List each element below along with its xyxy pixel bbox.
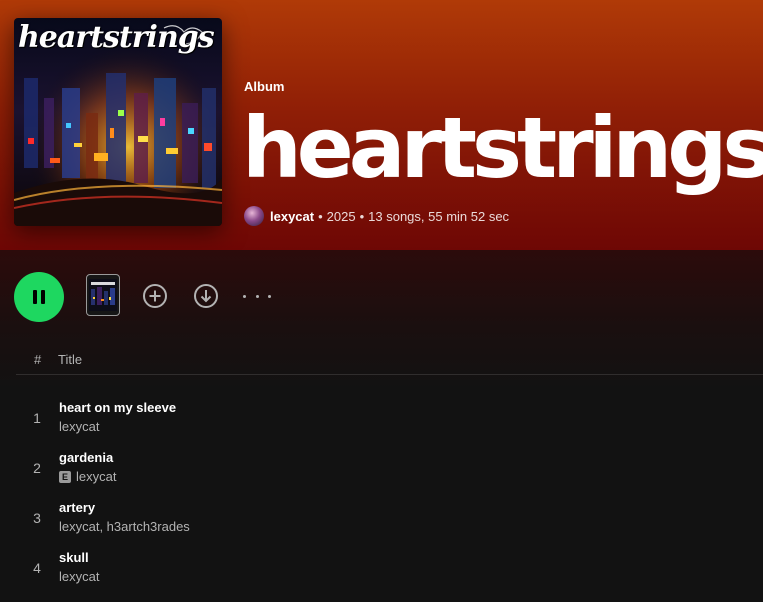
- track-title[interactable]: skull: [59, 550, 89, 565]
- track-artists: lexycat, h3artch3rades: [59, 519, 190, 534]
- more-options-icon: [243, 294, 246, 298]
- track-number: 3: [33, 510, 41, 526]
- album-meta: lexycat • 2025 • 13 songs, 55 min 52 sec: [244, 206, 509, 226]
- album-page: heartstrings Album heartstrings lexycat …: [0, 0, 763, 602]
- track-artist-link[interactable]: lexycat: [76, 469, 116, 484]
- track-artist-link[interactable]: lexycat: [59, 569, 99, 584]
- add-to-library-button[interactable]: [142, 283, 168, 309]
- album-cover[interactable]: heartstrings: [14, 18, 222, 226]
- track-row[interactable]: 2 gardenia E lexycat: [16, 444, 763, 492]
- album-year: 2025: [326, 208, 356, 224]
- album-type-label: Album: [244, 79, 285, 94]
- track-number: 4: [33, 560, 41, 576]
- album-stats: 13 songs, 55 min 52 sec: [368, 208, 510, 224]
- explicit-badge: E: [59, 470, 71, 483]
- album-preview-thumbnail[interactable]: [86, 274, 120, 316]
- track-title[interactable]: gardenia: [59, 450, 113, 465]
- meta-separator: •: [359, 208, 365, 224]
- track-list-header: # Title: [16, 344, 763, 375]
- track-artists: lexycat: [59, 569, 99, 584]
- track-row[interactable]: 3 artery lexycat, h3artch3rades: [16, 494, 763, 542]
- mini-cover-art: [89, 279, 117, 311]
- track-artists: lexycat: [59, 419, 99, 434]
- track-number: 2: [33, 460, 41, 476]
- track-row[interactable]: 4 skull lexycat: [16, 544, 763, 592]
- download-button[interactable]: [193, 283, 219, 309]
- album-cover-title: heartstrings: [18, 20, 215, 55]
- artist-avatar[interactable]: [244, 206, 264, 226]
- album-title: heartstrings: [242, 99, 763, 197]
- more-options-button[interactable]: [243, 286, 271, 306]
- track-number: 1: [33, 410, 41, 426]
- track-artist-link[interactable]: lexycat: [59, 419, 99, 434]
- track-title[interactable]: heart on my sleeve: [59, 400, 176, 415]
- meta-separator: •: [318, 208, 323, 224]
- download-icon: [194, 284, 218, 308]
- pause-icon: [33, 290, 45, 304]
- pause-button[interactable]: [14, 272, 64, 322]
- add-to-library-icon: [143, 284, 167, 308]
- track-title[interactable]: artery: [59, 500, 95, 515]
- track-artists: E lexycat: [59, 469, 116, 484]
- album-header: heartstrings Album heartstrings lexycat …: [0, 0, 763, 250]
- track-row[interactable]: 1 heart on my sleeve lexycat: [16, 394, 763, 442]
- column-number-header: #: [34, 352, 42, 367]
- track-artist-link[interactable]: lexycat, h3artch3rades: [59, 519, 190, 534]
- artist-link[interactable]: lexycat: [270, 209, 314, 224]
- column-title-header[interactable]: Title: [58, 352, 82, 367]
